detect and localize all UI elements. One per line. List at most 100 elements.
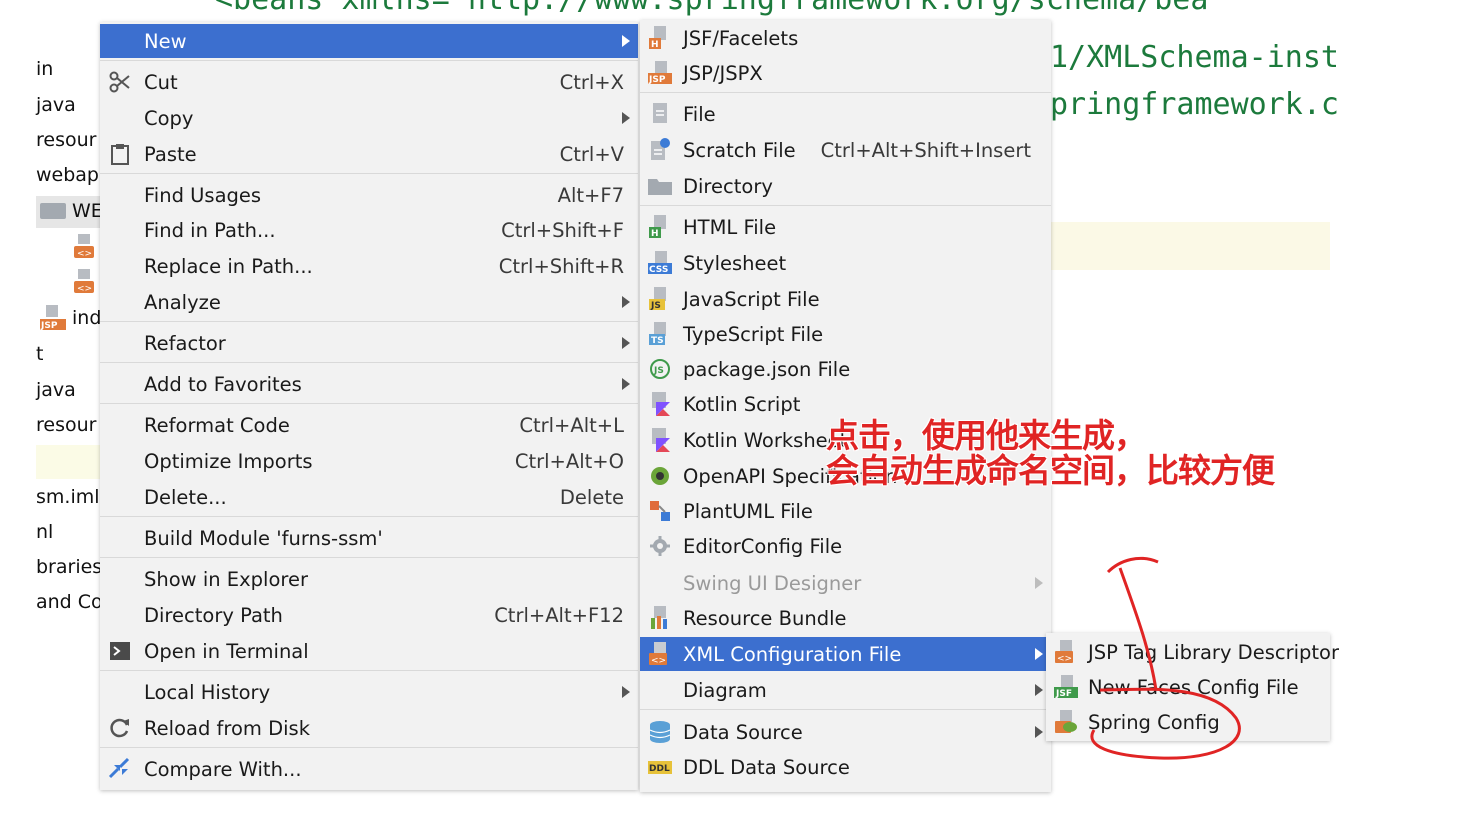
submenu-arrow-icon (622, 686, 630, 698)
menu-item-scratch-file[interactable]: Scratch File Ctrl+Alt+Shift+Insert (640, 133, 1051, 167)
menu-item-javascript-file[interactable]: JS JavaScript File (640, 282, 1051, 316)
plantuml-icon (648, 499, 672, 523)
menu-item-analyze[interactable]: Analyze (100, 285, 638, 319)
menu-item-jsp-jspx[interactable]: JSP JSP/JSPX (640, 56, 1051, 90)
menu-separator (100, 321, 638, 322)
menu-separator (100, 362, 638, 363)
tree-row-highlight (36, 445, 100, 479)
menu-item-swing-ui-designer[interactable]: Swing UI Designer (640, 566, 1051, 600)
tree-item[interactable]: java (36, 379, 76, 401)
compare-icon (108, 757, 132, 781)
menu-item-html-file[interactable]: H HTML File (640, 210, 1051, 244)
new-submenu: H JSF/Facelets JSP JSP/JSPX File Scratch… (640, 20, 1051, 792)
submenu-arrow-icon (622, 378, 630, 390)
editor-line-highlight (1050, 222, 1330, 270)
menu-item-ddl-data-source[interactable]: DDL DDL Data Source (640, 750, 1051, 784)
menu-item-directory[interactable]: Directory (640, 169, 1051, 203)
menu-separator (640, 709, 1051, 710)
tree-item[interactable]: webap (36, 164, 99, 186)
menu-item-diagram[interactable]: Diagram (640, 673, 1051, 707)
menu-item-resource-bundle[interactable]: Resource Bundle (640, 601, 1051, 635)
menu-separator (640, 205, 1051, 206)
tree-item[interactable]: t (36, 343, 43, 365)
file-icon (648, 102, 672, 126)
menu-item-paste[interactable]: Paste Ctrl+V (100, 137, 638, 171)
jsf-file-icon: JSF (1054, 675, 1078, 699)
menu-item-local-history[interactable]: Local History (100, 675, 638, 709)
menu-item-new[interactable]: New (100, 24, 638, 58)
annotation-text: 会自动生成命名空间，比较方便 (826, 451, 1275, 490)
svg-text:DDL: DDL (649, 764, 670, 774)
css-file-icon: CSS (648, 251, 672, 275)
menu-item-refactor[interactable]: Refactor (100, 326, 638, 360)
tree-item[interactable]: sm.iml (36, 486, 100, 508)
scratch-file-icon (648, 138, 672, 162)
typescript-file-icon: TS (648, 322, 672, 346)
menu-separator (100, 173, 638, 174)
html-file-icon: H (648, 215, 672, 239)
ddl-icon: DDL (648, 755, 672, 779)
tree-item-selected[interactable]: WE (72, 200, 103, 222)
menu-item-build-module[interactable]: Build Module 'furns-ssm' (100, 521, 638, 555)
tree-item[interactable]: resour (36, 414, 96, 436)
menu-item-stylesheet[interactable]: CSS Stylesheet (640, 246, 1051, 280)
menu-item-typescript-file[interactable]: TS TypeScript File (640, 317, 1051, 351)
menu-item-find-in-path[interactable]: Find in Path... Ctrl+Shift+F (100, 213, 638, 247)
editor-code-line: pringframework.c (1050, 87, 1339, 122)
menu-item-directory-path[interactable]: Directory Path Ctrl+Alt+F12 (100, 598, 638, 632)
submenu-arrow-icon (1035, 648, 1043, 660)
tree-item[interactable]: ind (72, 307, 101, 329)
kotlin-worksheet-icon (648, 428, 672, 452)
menu-item-file[interactable]: File (640, 97, 1051, 131)
menu-item-editorconfig-file[interactable]: EditorConfig File (640, 529, 1051, 563)
menu-separator (100, 557, 638, 558)
clipboard-icon (108, 142, 132, 166)
svg-text:<>: <> (1057, 654, 1072, 664)
menu-item-copy[interactable]: Copy (100, 101, 638, 135)
menu-item-delete[interactable]: Delete... Delete (100, 480, 638, 514)
menu-item-reload-from-disk[interactable]: Reload from Disk (100, 711, 638, 745)
menu-item-find-usages[interactable]: Find Usages Alt+F7 (100, 178, 638, 212)
menu-item-xml-configuration-file[interactable]: <> XML Configuration File (640, 637, 1051, 671)
menu-item-cut[interactable]: Cut Ctrl+X (100, 65, 638, 99)
menu-item-package-json[interactable]: JS package.json File (640, 352, 1051, 386)
menu-item-compare-with[interactable]: Compare With... (100, 752, 638, 786)
submenu-arrow-icon (622, 35, 630, 47)
openapi-icon (648, 464, 672, 488)
menu-item-replace-in-path[interactable]: Replace in Path... Ctrl+Shift+R (100, 249, 638, 283)
menu-separator (640, 92, 1051, 93)
terminal-icon (108, 639, 132, 663)
tree-item[interactable]: nl (36, 521, 53, 543)
scissors-icon (108, 70, 132, 94)
editor-code-line: 1/XMLSchema-inst (1050, 40, 1339, 75)
editor-code-line: <beans xmlns="http://www.springframework… (215, 0, 1208, 17)
menu-separator (100, 516, 638, 517)
jsp-file-icon: JSP (648, 61, 672, 85)
menu-item-jsf-facelets[interactable]: H JSF/Facelets (640, 21, 1051, 55)
menu-separator (100, 747, 638, 748)
svg-text:CSS: CSS (649, 265, 668, 275)
package-json-icon: JS (648, 357, 672, 381)
xml-file-icon: <> (1054, 640, 1078, 664)
svg-text:JSP: JSP (648, 75, 666, 85)
tree-item[interactable]: and Co (36, 591, 103, 613)
javascript-file-icon: JS (648, 287, 672, 311)
svg-text:<>: <> (77, 284, 92, 293)
tree-item[interactable]: resour (36, 129, 96, 151)
gear-icon (648, 534, 672, 558)
menu-item-reformat-code[interactable]: Reformat Code Ctrl+Alt+L (100, 408, 638, 442)
submenu-arrow-icon (622, 296, 630, 308)
database-icon (648, 720, 672, 744)
submenu-arrow-icon (622, 112, 630, 124)
menu-item-optimize-imports[interactable]: Optimize Imports Ctrl+Alt+O (100, 444, 638, 478)
tree-item[interactable]: braries (36, 556, 102, 578)
menu-separator (100, 670, 638, 671)
menu-item-open-in-terminal[interactable]: Open in Terminal (100, 634, 638, 668)
tree-item[interactable]: java (36, 94, 76, 116)
menu-item-show-in-explorer[interactable]: Show in Explorer (100, 562, 638, 596)
tree-item[interactable]: in (36, 58, 53, 80)
menu-item-add-to-favorites[interactable]: Add to Favorites (100, 367, 638, 401)
resource-bundle-icon (648, 606, 672, 630)
menu-item-plantuml-file[interactable]: PlantUML File (640, 494, 1051, 528)
menu-item-data-source[interactable]: Data Source (640, 715, 1051, 749)
